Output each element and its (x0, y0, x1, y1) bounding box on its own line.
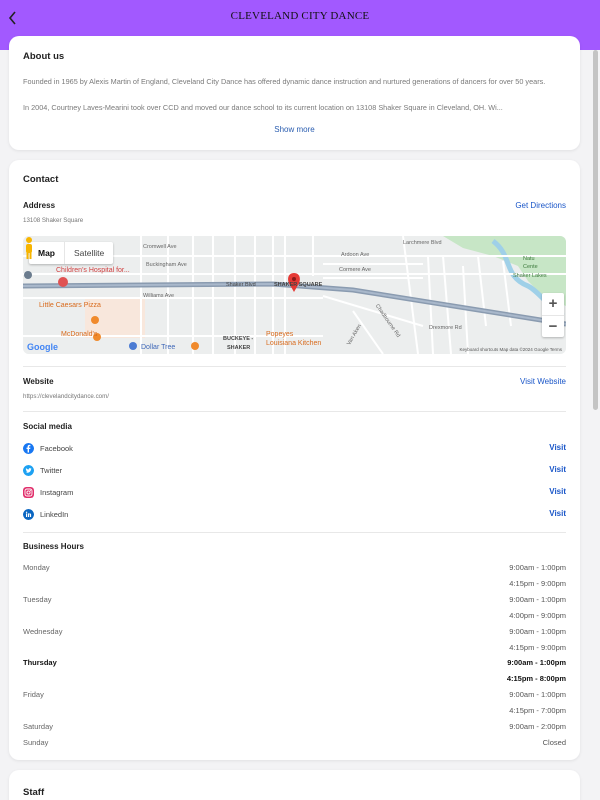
twitter-visit-link[interactable]: Visit (549, 465, 566, 474)
website-label: Website (23, 377, 54, 386)
page-title: CLEVELAND CITY DANCE (230, 10, 370, 22)
hours-day: Wednesday (23, 627, 63, 636)
staff-card: Staff (9, 770, 580, 800)
linkedin-visit-link[interactable]: Visit (549, 509, 566, 518)
map-label: Shaker Blvd (226, 282, 256, 288)
visit-website-link[interactable]: Visit Website (520, 377, 566, 386)
pizza-icon (91, 316, 99, 324)
map-label: Natu (523, 256, 535, 262)
social-row-twitter: Twitter Visit (23, 465, 566, 479)
shop-icon (129, 342, 137, 350)
hospital-icon (58, 277, 68, 287)
google-logo: Google (27, 342, 58, 352)
linkedin-icon (23, 509, 34, 520)
divider (23, 366, 566, 367)
divider (23, 532, 566, 533)
about-paragraph-2: In 2004, Courtney Laves-Mearini took ove… (23, 103, 503, 112)
hours-time: 4:00pm - 9:00pm (509, 611, 566, 620)
hours-day: Monday (23, 563, 50, 572)
address-value: 13108 Shaker Square (23, 217, 84, 224)
map-label: Dollar Tree (141, 344, 176, 351)
hours-time: 9:00am - 1:00pm (509, 595, 566, 604)
street-view-pegman-icon[interactable] (23, 236, 35, 260)
map-label: BUCKEYE - (223, 336, 254, 342)
zoom-controls: + − (542, 293, 564, 337)
social-name: LinkedIn (40, 510, 69, 519)
map-label: Shaker Lakes (513, 273, 547, 279)
zoom-in-button[interactable]: + (542, 293, 564, 315)
map-label: Popeyes (266, 331, 294, 338)
map-label: Cromwell Ave (143, 244, 177, 250)
hours-time-today: 4:15pm - 8:00pm (506, 674, 566, 683)
map-label: Williams Ave (143, 293, 175, 299)
map-label: SHAKER SQUARE (274, 282, 323, 288)
hours-time: 9:00am - 2:00pm (509, 722, 566, 731)
map-label: Little Caesars Pizza (39, 302, 101, 309)
map-label: Larchmere Blvd (403, 240, 442, 246)
social-name: Twitter (40, 466, 63, 475)
get-directions-link[interactable]: Get Directions (515, 201, 566, 210)
scrollbar[interactable] (593, 50, 598, 410)
about-paragraph-1: Founded in 1965 by Alexis Martin of Engl… (23, 77, 546, 86)
staff-title: Staff (23, 787, 45, 798)
show-more-link[interactable]: Show more (9, 125, 580, 134)
business-hours-label: Business Hours (23, 542, 84, 551)
map-label: Drexmore Rd (429, 325, 462, 331)
social-row-linkedin: LinkedIn Visit (23, 509, 566, 523)
website-url[interactable]: https://clevelandcitydance.com/ (23, 393, 109, 400)
map-tab-satellite[interactable]: Satellite (64, 242, 113, 264)
about-card: About us Founded in 1965 by Alexis Marti… (9, 36, 580, 150)
hours-day: Sunday (23, 738, 49, 747)
hours-time: 9:00am - 1:00pm (509, 627, 566, 636)
map-label: McDonald's (61, 331, 98, 338)
hours-time: 4:15pm - 9:00pm (509, 579, 566, 588)
social-name: Instagram (40, 488, 74, 497)
hours-day: Friday (23, 690, 44, 699)
social-name: Facebook (40, 444, 73, 453)
hours-time: 9:00am - 1:00pm (509, 563, 566, 572)
hours-time: 4:15pm - 9:00pm (509, 643, 566, 652)
hours-time-today: 9:00am - 1:00pm (507, 658, 566, 667)
facebook-icon (23, 443, 34, 454)
location-map[interactable]: Google Cromwell Ave Buckingham Ave Willi… (23, 236, 566, 354)
zoom-out-button[interactable]: − (542, 315, 564, 337)
instagram-icon (23, 487, 34, 498)
contact-title: Contact (23, 174, 59, 185)
address-label: Address (23, 201, 56, 210)
map-label: SHAKER (227, 345, 251, 351)
hours-day: Tuesday (23, 595, 52, 604)
map-label: Cente (523, 264, 538, 270)
about-title: About us (23, 51, 65, 62)
map-label: Buckingham Ave (146, 262, 187, 268)
hours-time: Closed (542, 738, 566, 747)
social-row-facebook: Facebook Visit (23, 443, 566, 457)
contact-card: Contact Address 13108 Shaker Square Get … (9, 160, 580, 760)
map-label: Cormere Ave (339, 267, 371, 273)
food-icon (191, 342, 199, 350)
social-row-instagram: Instagram Visit (23, 487, 566, 501)
twitter-icon (23, 465, 34, 476)
hours-time: 9:00am - 1:00pm (509, 690, 566, 699)
hours-day: Saturday (23, 722, 54, 731)
map-label: Children's Hospital for... (56, 267, 130, 274)
hours-day-today: Thursday (23, 658, 57, 667)
map-label: Louisiana Kitchen (266, 340, 322, 347)
instagram-visit-link[interactable]: Visit (549, 487, 566, 496)
map-label: Ardoon Ave (341, 252, 370, 258)
map-type-toggle: Map Satellite (29, 242, 114, 264)
divider (23, 411, 566, 412)
hours-time: 4:15pm - 7:00pm (509, 706, 566, 715)
social-media-label: Social media (23, 422, 72, 431)
map-attribution[interactable]: Keyboard shortcuts Map data ©2024 Google… (459, 347, 562, 352)
facebook-visit-link[interactable]: Visit (549, 443, 566, 452)
